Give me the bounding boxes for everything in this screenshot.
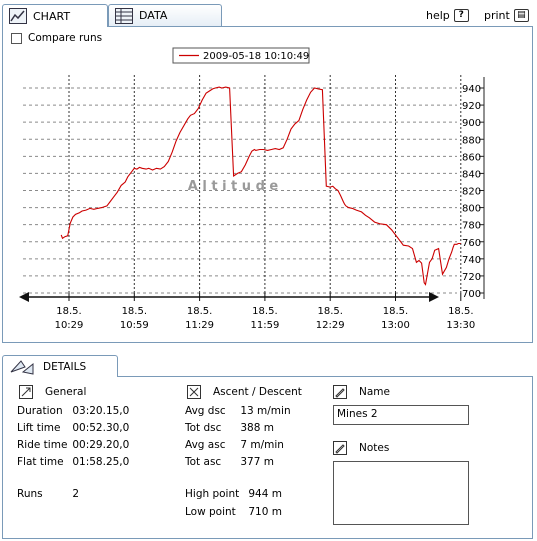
ascent-row: Tot dsc 388 m: [185, 422, 274, 434]
runs-row: Runs 2: [17, 488, 79, 500]
ascent-label: Tot dsc: [185, 422, 222, 434]
general-value: 01:58.25,0: [72, 456, 130, 468]
tab-data[interactable]: DATA: [108, 4, 222, 26]
compare-runs-checkbox[interactable]: [11, 32, 22, 44]
general-row: Flat time 01:58.25,0: [17, 456, 129, 468]
general-label: Duration: [17, 405, 63, 417]
table-icon: [115, 7, 133, 24]
ascent-label: Tot asc: [185, 456, 222, 468]
print-label: print: [484, 9, 510, 22]
help-icon: ?: [453, 9, 469, 22]
y-tick-label: 920: [462, 101, 481, 112]
y-tick-label: 900: [462, 118, 481, 129]
name-input[interactable]: Mines 2: [333, 405, 469, 425]
y-tick-label: 840: [462, 169, 481, 180]
chart-icon: [9, 8, 27, 24]
ascent-row: Avg asc 7 m/min: [185, 439, 284, 451]
general-row: Lift time 00:52.30,0: [17, 422, 129, 434]
edit-icon: [333, 385, 347, 399]
low-point-label: Low point: [185, 506, 236, 518]
general-row: Ride time 00:29.20,0: [17, 439, 129, 451]
compare-runs-toggle[interactable]: Compare runs: [11, 32, 102, 44]
notes-section-header: Notes: [333, 441, 389, 455]
ascent-value: 7 m/min: [240, 439, 284, 451]
y-tick-label: 880: [462, 135, 481, 146]
high-point-row: High point 944 m: [185, 488, 282, 500]
ascent-label: Avg asc: [185, 439, 226, 451]
general-value: 03:20.15,0: [72, 405, 130, 417]
chart-panel: 700 720 740 760 780 800 820 840 860 880 900 920 940 1…: [2, 26, 533, 343]
tab-data-label: DATA: [139, 9, 168, 22]
help-button[interactable]: help ?: [426, 9, 469, 22]
x-tick-date: 18.5.: [56, 306, 81, 317]
x-tick-date: 18.5.: [122, 306, 147, 317]
ascent-value: 388 m: [240, 422, 274, 434]
y-tick-label: 800: [462, 204, 481, 215]
compare-runs-label: Compare runs: [28, 32, 103, 44]
general-icon: [19, 385, 33, 399]
y-tick-label: 720: [462, 272, 481, 283]
notes-textarea[interactable]: [333, 461, 469, 525]
low-point-row: Low point 710 m: [185, 506, 282, 518]
general-label: Ride time: [17, 439, 68, 451]
x-tick-time: 13:30: [446, 320, 475, 331]
general-label: Lift time: [17, 422, 61, 434]
altitude-chart: 700 720 740 760 780 800 820 840 860 880 900 920 940 1…: [19, 47, 485, 331]
x-tick-date: 18.5.: [187, 306, 212, 317]
ascent-row: Avg dsc 13 m/min: [185, 405, 291, 417]
y-tick-label: 940: [462, 84, 481, 95]
x-tick-time: 12:29: [316, 320, 345, 331]
runs-label: Runs: [17, 488, 43, 500]
tab-chart[interactable]: CHART: [2, 4, 108, 27]
high-point-value: 944 m: [248, 488, 282, 500]
general-label: Flat time: [17, 456, 64, 468]
y-tick-label: 760: [462, 238, 481, 249]
x-tick-date: 18.5.: [317, 306, 342, 317]
tab-details-label: DETAILS: [43, 360, 87, 373]
y-tick-label: 780: [462, 221, 481, 232]
general-title: General: [45, 386, 87, 398]
legend-label: 2009-05-18 10:10:49: [203, 51, 309, 62]
y-tick-label: 860: [462, 152, 481, 163]
general-value: 00:29.20,0: [72, 439, 130, 451]
edit-icon: [333, 441, 347, 455]
general-row: Duration 03:20.15,0: [17, 405, 129, 417]
general-section-header: General: [19, 385, 86, 399]
x-tick-date: 18.5.: [383, 306, 408, 317]
ascent-value: 13 m/min: [240, 405, 291, 417]
runs-value: 2: [72, 488, 80, 500]
general-value: 00:52.30,0: [72, 422, 130, 434]
tab-chart-label: CHART: [33, 9, 71, 23]
x-tick-time: 11:59: [250, 320, 279, 331]
x-tick-date: 18.5.: [448, 306, 473, 317]
ascent-title: Ascent / Descent: [213, 386, 302, 398]
low-point-value: 710 m: [248, 506, 282, 518]
ascent-label: Avg dsc: [185, 405, 226, 417]
ascent-value: 377 m: [240, 456, 274, 468]
help-label: help: [426, 9, 450, 22]
ascent-section-header: Ascent / Descent: [187, 385, 302, 399]
notes-title: Notes: [359, 442, 390, 454]
high-point-label: High point: [185, 488, 240, 500]
print-button[interactable]: print ▤: [484, 9, 529, 22]
y-tick-label: 700: [462, 289, 481, 300]
ascent-row: Tot asc 377 m: [185, 456, 274, 468]
tab-details[interactable]: DETAILS: [2, 355, 118, 377]
x-tick-time: 10:59: [120, 320, 149, 331]
x-tick-date: 18.5.: [252, 306, 277, 317]
top-tab-strip: CHART DATA help ? print ▤: [0, 0, 537, 27]
x-tick-time: 13:00: [381, 320, 410, 331]
details-panel: General Duration 03:20.15,0 Lift time 00…: [2, 376, 533, 539]
x-tick-time: 10:29: [55, 320, 84, 331]
details-icon: [10, 359, 34, 375]
ascent-descent-icon: [187, 385, 201, 399]
y-tick-label: 820: [462, 187, 481, 198]
y-tick-label: 740: [462, 255, 481, 266]
name-title: Name: [359, 386, 390, 398]
name-section-header: Name: [333, 385, 390, 399]
printer-icon: ▤: [513, 9, 529, 22]
altitude-watermark: A l t i t u d e: [188, 179, 279, 194]
x-tick-time: 11:29: [185, 320, 214, 331]
